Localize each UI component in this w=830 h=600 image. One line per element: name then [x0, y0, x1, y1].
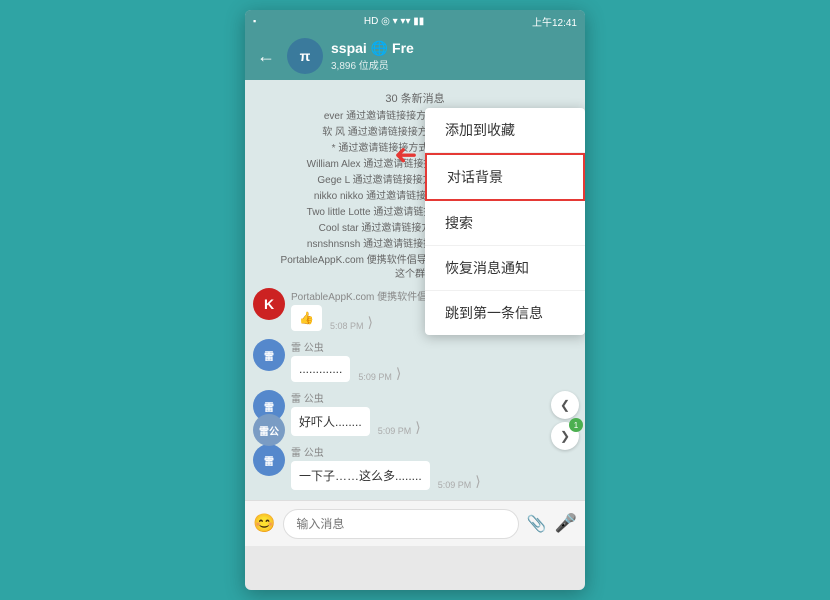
red-arrow-indicator: ➜ — [394, 138, 417, 171]
header-info: sspai 🌐 Fre 3,896 位成员 — [331, 40, 577, 72]
menu-item-chat-bg[interactable]: 对话背景 — [425, 153, 585, 201]
context-menu: 添加到收藏 对话背景 搜索 恢复消息通知 跳到第一条信息 — [425, 108, 585, 335]
dropdown-overlay: 添加到收藏 对话背景 搜索 恢复消息通知 跳到第一条信息 ➜ — [245, 80, 585, 500]
phone-frame: ▪ HD ◎ ▾ ▾▾ ▮▮ 上午12:41 ← π sspai 🌐 Fre 3… — [245, 10, 585, 590]
mic-button[interactable]: 🎤 — [555, 513, 577, 534]
menu-item-jump-first[interactable]: 跳到第一条信息 — [425, 291, 585, 335]
status-left: ▪ — [253, 16, 256, 26]
menu-item-restore-notify[interactable]: 恢复消息通知 — [425, 246, 585, 291]
group-avatar: π — [287, 38, 323, 74]
input-bar: 😊 📎 🎤 — [245, 500, 585, 546]
status-time: 上午12:41 — [532, 14, 577, 29]
back-button[interactable]: ← — [253, 42, 279, 71]
chat-area: 30 条新消息 ever 通过邀请链接接方式加入了这个群组 软 风 通过邀请链接… — [245, 80, 585, 500]
status-bar: ▪ HD ◎ ▾ ▾▾ ▮▮ 上午12:41 — [245, 10, 585, 32]
group-name: sspai 🌐 Fre — [331, 40, 577, 57]
status-icons: HD ◎ ▾ ▾▾ ▮▮ — [364, 16, 424, 27]
chat-header: ← π sspai 🌐 Fre 3,896 位成员 — [245, 32, 585, 80]
attach-button[interactable]: 📎 — [527, 514, 547, 534]
menu-item-search[interactable]: 搜索 — [425, 201, 585, 246]
emoji-button[interactable]: 😊 — [253, 513, 275, 534]
menu-item-add-favorite[interactable]: 添加到收藏 — [425, 108, 585, 153]
message-input[interactable] — [283, 509, 518, 539]
member-count: 3,896 位成员 — [331, 57, 577, 72]
